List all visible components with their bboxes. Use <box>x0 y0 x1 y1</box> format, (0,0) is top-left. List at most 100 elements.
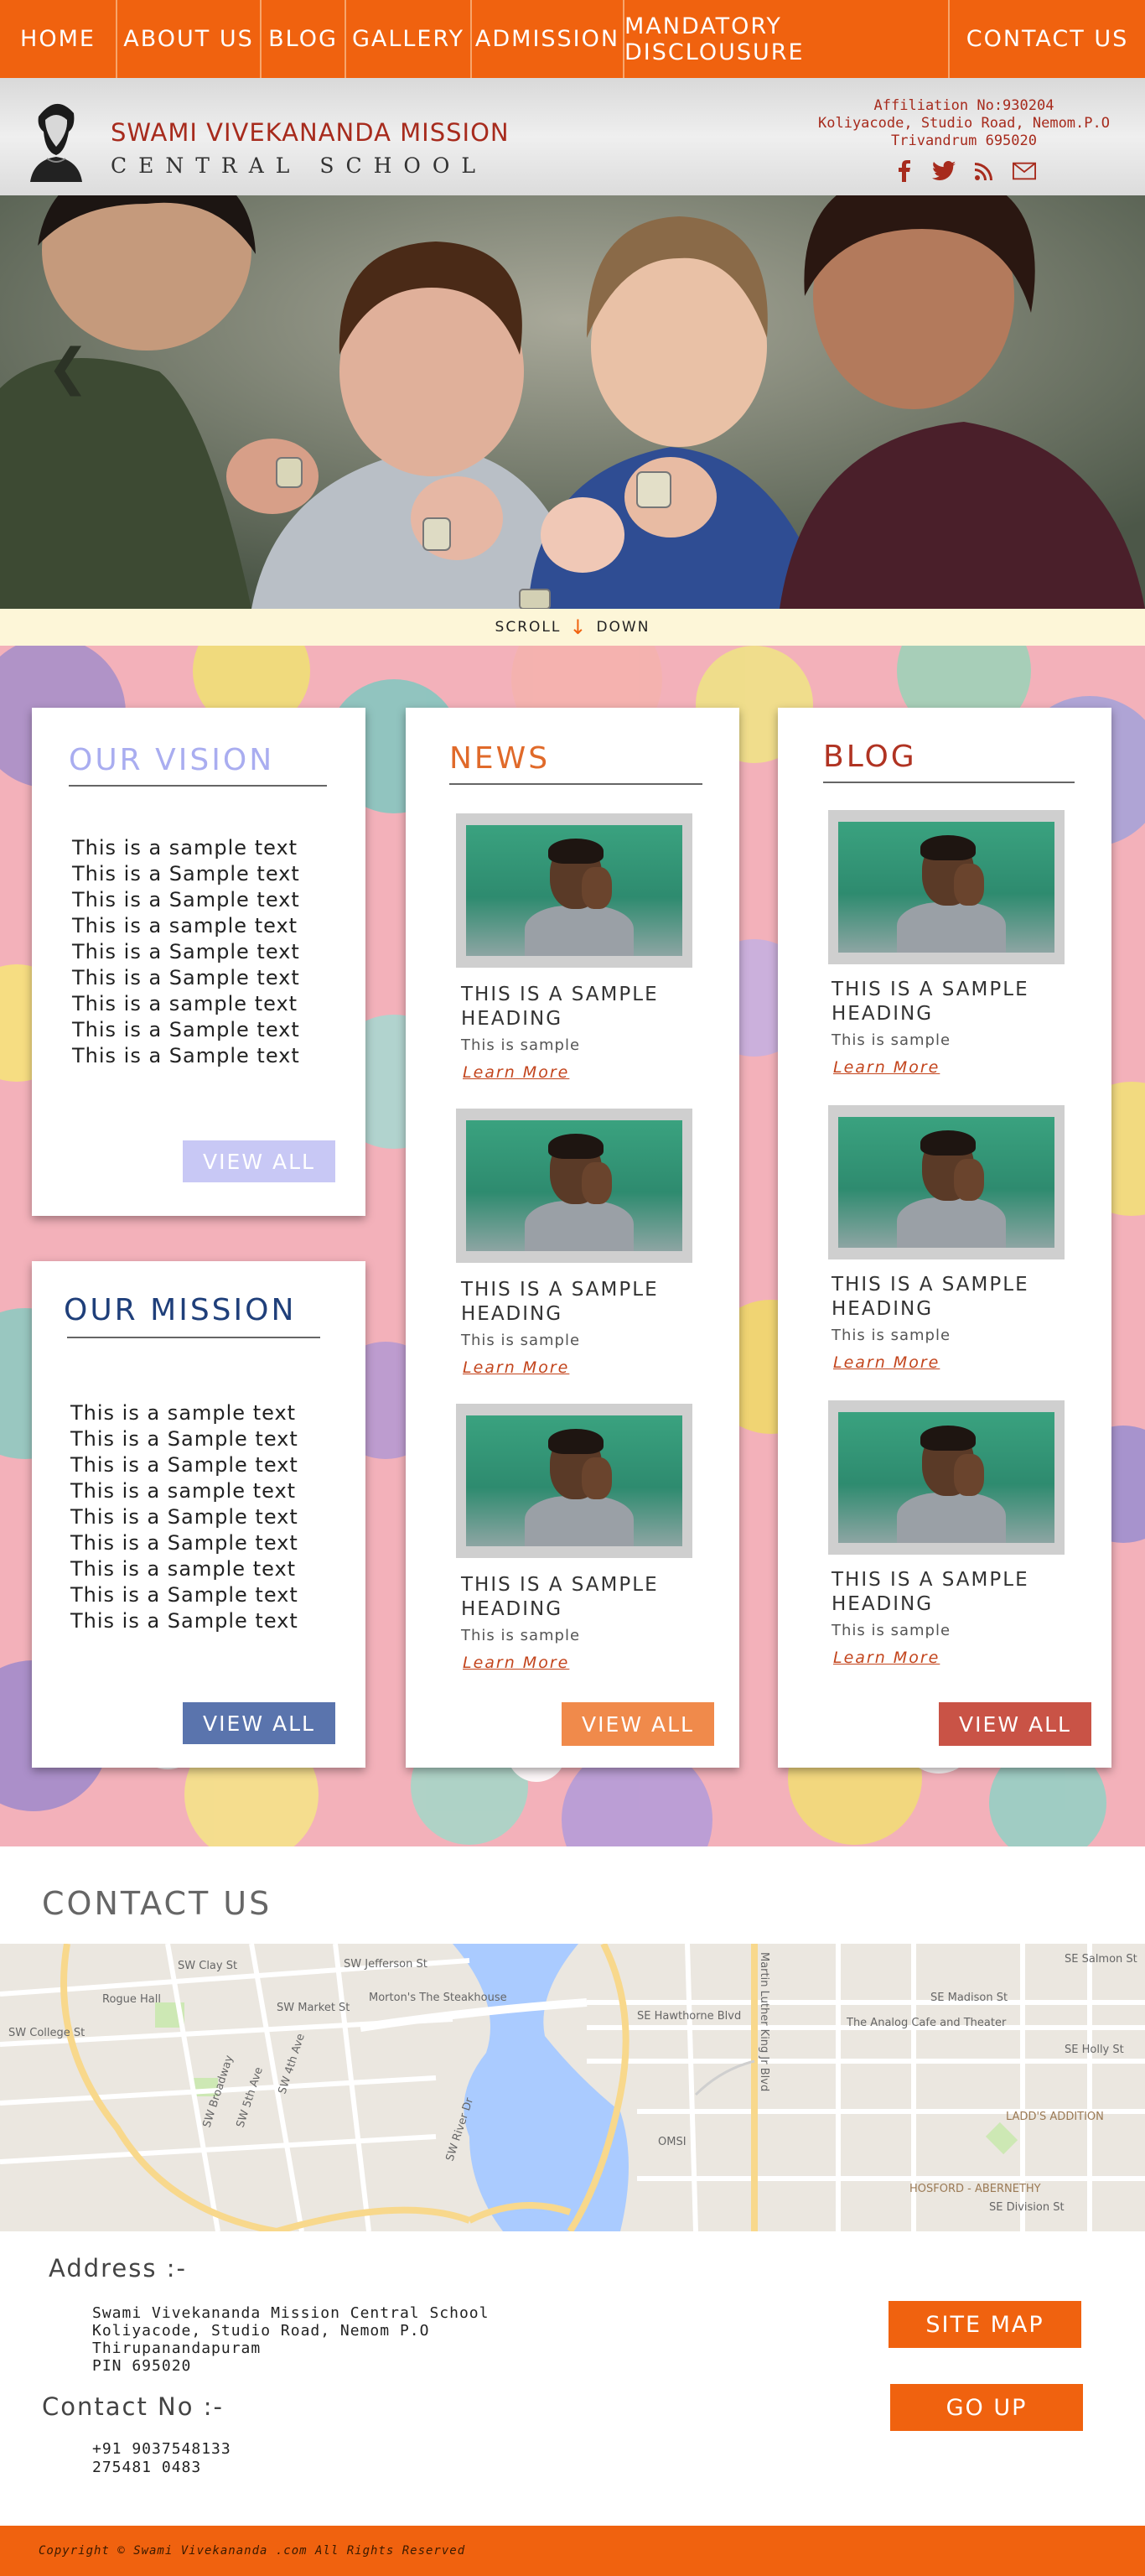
nav-blog[interactable]: BLOG <box>262 0 346 78</box>
map-label: Morton's The Steakhouse <box>369 1992 507 2004</box>
blog-post-heading: THIS IS A SAMPLE HEADING <box>832 1273 1029 1322</box>
address-title: Address :- <box>49 2254 187 2283</box>
news-post-summary: This is sample <box>461 1332 581 1349</box>
hero-prev-arrow[interactable]: ❮ <box>47 338 89 397</box>
news-learn-more-link[interactable]: Learn More <box>463 1654 569 1672</box>
blog-view-all-button[interactable]: VIEW ALL <box>939 1702 1091 1746</box>
heading-line: HEADING <box>461 1008 563 1030</box>
school-name-line-2: CENTRAL SCHOOL <box>111 153 488 178</box>
nav-admission[interactable]: ADMISSION <box>472 0 624 78</box>
map-label: SW Market St <box>277 2002 350 2014</box>
heading-line: THIS IS A SAMPLE <box>832 979 1029 1000</box>
heading-line: HEADING <box>832 1298 934 1320</box>
site-map-button[interactable]: SITE MAP <box>889 2301 1081 2348</box>
location-map[interactable]: SW Clay St SW Jefferson St Rogue Hall SW… <box>0 1944 1145 2231</box>
mission-line: This is a sample text <box>70 1557 297 1581</box>
vision-line: This is a Sample text <box>72 940 300 963</box>
vision-text: This is a sample text This is a Sample t… <box>72 835 300 1069</box>
news-learn-more-link[interactable]: Learn More <box>463 1063 569 1082</box>
map-label: SE Holly St <box>1065 2044 1124 2056</box>
map-label: The Analog Cafe and Theater <box>846 2017 1007 2029</box>
vision-line: This is a Sample text <box>72 1018 300 1041</box>
mission-line: This is a Sample text <box>70 1505 298 1529</box>
news-title: NEWS <box>449 741 551 776</box>
twitter-icon[interactable] <box>932 159 956 183</box>
address-line: Koliyacode, Studio Road, Nemom P.O <box>92 2322 430 2340</box>
heading-line: HEADING <box>461 1303 563 1325</box>
map-label: HOSFORD - ABERNETHY <box>909 2183 1041 2195</box>
vision-card: OUR VISION This is a sample text This is… <box>32 708 365 1216</box>
address-line: Swami Vivekananda Mission Central School <box>92 2304 490 2322</box>
heading-line: HEADING <box>832 1593 934 1615</box>
scroll-down-bar[interactable]: SCROLL ↓ DOWN <box>0 609 1145 646</box>
news-learn-more-link[interactable]: Learn More <box>463 1358 569 1377</box>
news-post-heading: THIS IS A SAMPLE HEADING <box>461 1278 659 1327</box>
header-address: Koliyacode, Studio Road, Nemom.P.O <box>818 115 1110 132</box>
nav-mandatory-disclosure[interactable]: MANDATORY DISCLOUSURE <box>624 0 950 78</box>
mission-line: This is a Sample text <box>70 1583 298 1607</box>
scroll-label-left: SCROLL <box>495 619 562 636</box>
mail-icon[interactable] <box>1013 159 1036 183</box>
blog-post-image[interactable] <box>828 1105 1065 1259</box>
heading-line: HEADING <box>832 1003 934 1025</box>
contact-title: CONTACT US <box>42 1885 272 1922</box>
post-photo <box>466 1415 682 1546</box>
vision-title-divider <box>69 785 327 787</box>
blog-post-heading: THIS IS A SAMPLE HEADING <box>832 1568 1029 1617</box>
address-block: Swami Vivekananda Mission Central School… <box>92 2304 489 2375</box>
map-label: SW Jefferson St <box>344 1958 427 1971</box>
blog-post-heading: THIS IS A SAMPLE HEADING <box>832 978 1029 1026</box>
news-post-image[interactable] <box>456 1404 692 1558</box>
header-city: Trivandrum 695020 <box>891 132 1037 149</box>
blog-learn-more-link[interactable]: Learn More <box>833 1649 940 1667</box>
address-line: PIN 695020 <box>92 2357 192 2375</box>
copyright-text: Copyright © Swami Vivekananda .com All R… <box>39 2544 466 2558</box>
facebook-icon[interactable] <box>892 159 915 183</box>
blog-title-divider <box>823 782 1075 783</box>
blog-post-image[interactable] <box>828 810 1065 964</box>
map-label: SE Hawthorne Blvd <box>637 2010 741 2023</box>
nav-home[interactable]: HOME <box>0 0 117 78</box>
phone-block: +91 9037548133 275481 0483 <box>92 2440 231 2477</box>
post-photo <box>466 1120 682 1251</box>
affiliation-number: Affiliation No:930204 <box>873 97 1054 114</box>
blog-post-summary: This is sample <box>832 1031 951 1049</box>
vision-view-all-button[interactable]: VIEW ALL <box>183 1140 335 1182</box>
news-view-all-button[interactable]: VIEW ALL <box>562 1702 714 1746</box>
news-post-image[interactable] <box>456 1109 692 1263</box>
social-links <box>892 159 1036 183</box>
rss-icon[interactable] <box>972 159 996 183</box>
blog-card: BLOG THIS IS A SAMPLE HEADING This is sa… <box>778 708 1111 1768</box>
news-post-image[interactable] <box>456 813 692 968</box>
school-name-line-1: SWAMI VIVEKANANDA MISSION <box>111 118 510 147</box>
mission-line: This is a Sample text <box>70 1453 298 1477</box>
heading-line: THIS IS A SAMPLE <box>832 1569 1029 1591</box>
swami-portrait-logo[interactable] <box>22 88 91 182</box>
vision-title: OUR VISION <box>69 743 275 777</box>
nav-contact-us[interactable]: CONTACT US <box>950 0 1145 78</box>
top-nav: HOME ABOUT US BLOG GALLERY ADMISSION MAN… <box>0 0 1145 78</box>
blog-post-summary: This is sample <box>832 1327 951 1344</box>
address-line: Thirupanandapuram <box>92 2340 262 2357</box>
blog-post-image[interactable] <box>828 1400 1065 1555</box>
post-photo <box>838 1117 1054 1248</box>
vision-line: This is a Sample text <box>72 1044 300 1067</box>
mission-line: This is a Sample text <box>70 1609 298 1633</box>
vision-line: This is a Sample text <box>72 862 300 886</box>
map-label: Rogue Hall <box>102 1993 161 2006</box>
mission-card: OUR MISSION This is a sample text This i… <box>32 1261 365 1768</box>
map-label: SE Division St <box>989 2201 1065 2214</box>
heading-line: THIS IS A SAMPLE <box>832 1274 1029 1296</box>
mission-title: OUR MISSION <box>64 1293 297 1327</box>
post-photo <box>466 825 682 956</box>
blog-learn-more-link[interactable]: Learn More <box>833 1353 940 1372</box>
blog-learn-more-link[interactable]: Learn More <box>833 1058 940 1077</box>
map-graphic: SW Clay St SW Jefferson St Rogue Hall SW… <box>0 1944 1145 2231</box>
nav-about-us[interactable]: ABOUT US <box>117 0 262 78</box>
mission-line: This is a Sample text <box>70 1531 298 1555</box>
nav-gallery[interactable]: GALLERY <box>346 0 472 78</box>
go-up-button[interactable]: GO UP <box>890 2384 1083 2431</box>
news-title-divider <box>449 783 702 785</box>
mission-view-all-button[interactable]: VIEW ALL <box>183 1702 335 1744</box>
blog-post-summary: This is sample <box>832 1622 951 1639</box>
